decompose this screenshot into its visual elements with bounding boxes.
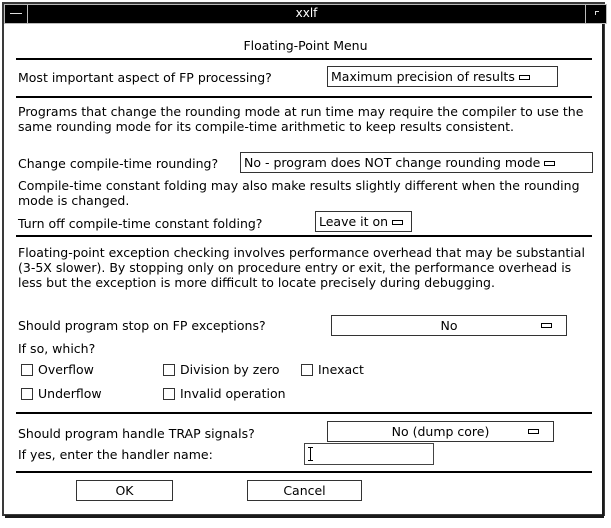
stop-on-exceptions-selected: No (440, 318, 458, 333)
trap-selected: No (dump core) (391, 424, 490, 439)
stop-on-exceptions-option-menu[interactable]: No (331, 315, 567, 336)
exceptions-description: Floating-point exception checking involv… (18, 245, 585, 290)
folding-option-menu[interactable]: Leave it on (315, 211, 412, 232)
checkbox-label: Inexact (318, 362, 364, 377)
stop-on-exceptions-label: Should program stop on FP exceptions? (18, 318, 266, 333)
cancel-button[interactable]: Cancel (247, 480, 362, 501)
rounding-selected: No - program does NOT change rounding mo… (244, 155, 541, 170)
checkbox-label: Invalid operation (180, 386, 286, 401)
option-menu-icon (544, 161, 556, 166)
checkbox-box[interactable] (301, 363, 313, 376)
handler-name-label: If yes, enter the handler name: (18, 447, 213, 462)
trap-option-menu[interactable]: No (dump core) (327, 421, 554, 442)
text-cursor-icon (308, 447, 313, 461)
fp-aspect-option-menu[interactable]: Maximum precision of results (327, 66, 558, 87)
handler-name-input[interactable] (304, 443, 434, 465)
checkbox-box[interactable] (163, 363, 175, 376)
separator (16, 471, 592, 473)
rounding-label: Change compile-time rounding? (18, 156, 219, 171)
separator (16, 235, 592, 237)
separator (16, 96, 592, 98)
option-menu-icon (392, 220, 404, 225)
checkbox-invalid-operation[interactable]: Invalid operation (163, 386, 286, 401)
rounding-option-menu[interactable]: No - program does NOT change rounding mo… (240, 152, 593, 173)
folding-label: Turn off compile-time constant folding? (18, 216, 263, 231)
checkbox-overflow[interactable]: Overflow (21, 362, 94, 377)
rounding-description: Programs that change the rounding mode a… (18, 104, 584, 134)
checkbox-box[interactable] (21, 387, 33, 400)
window-menu-icon (10, 13, 22, 14)
option-menu-icon (541, 323, 552, 328)
fp-aspect-selected: Maximum precision of results (331, 69, 515, 84)
checkbox-box[interactable] (163, 387, 175, 400)
trap-label: Should program handle TRAP signals? (18, 426, 255, 441)
checkbox-division-by-zero[interactable]: Division by zero (163, 362, 280, 377)
window-menu-button[interactable] (5, 5, 28, 23)
dialog-heading: Floating-Point Menu (243, 38, 368, 53)
checkbox-label: Division by zero (180, 362, 280, 377)
checkbox-box[interactable] (21, 363, 33, 376)
checkbox-label: Overflow (38, 362, 94, 377)
maximize-button[interactable] (585, 5, 606, 23)
checkbox-label: Underflow (38, 386, 102, 401)
checkbox-underflow[interactable]: Underflow (21, 386, 102, 401)
window-title: xxlf (295, 6, 318, 20)
fp-aspect-label: Most important aspect of FP processing? (18, 70, 272, 85)
separator (16, 412, 592, 414)
checkbox-inexact[interactable]: Inexact (301, 362, 364, 377)
which-exceptions-label: If so, which? (18, 341, 96, 356)
ok-button[interactable]: OK (76, 480, 173, 501)
folding-description: Compile-time constant folding may also m… (18, 178, 580, 208)
folding-selected: Leave it on (319, 214, 389, 229)
option-menu-icon (528, 429, 539, 434)
option-menu-icon (518, 75, 530, 80)
maximize-icon (595, 11, 599, 15)
separator (16, 58, 592, 60)
title-bar[interactable]: xxlf (4, 4, 607, 24)
